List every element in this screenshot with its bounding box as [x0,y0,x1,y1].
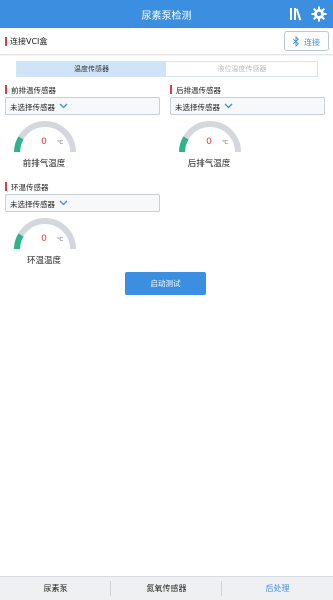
front-sensor-label: 前排温传感器 [11,86,56,95]
gauge-dial [14,121,76,153]
vci-connection-label: 连接VCI盒 [10,37,48,46]
main-content: 温度传感器 液位温度传感器 前排温传感器 未选择传感器 0 ℃ 前排气温度 后排… [0,56,333,576]
chevron-down-icon [59,103,68,109]
gauge-unit: ℃ [222,140,229,146]
page-title: 尿素泵检测 [141,11,192,22]
connect-button-label: 连接 [304,38,320,47]
gauge-value: 0 [206,137,212,147]
gauge-value: 0 [41,137,47,147]
gauge-name: 后排气温度 [187,159,231,169]
nav-urea-pump[interactable]: 尿素泵 [0,577,111,600]
front-sensor-select[interactable]: 未选择传感器 [5,97,160,115]
gauge-dial [14,218,76,250]
nav-aftertreatment[interactable]: 后处理 [222,577,333,600]
front-sensor-select-value: 未选择传感器 [10,103,55,112]
section-marker [5,182,7,191]
connect-button[interactable]: 连接 [284,31,329,51]
front-exhaust-temp-gauge: 0 ℃ 前排气温度 [9,114,79,176]
ambient-temp-gauge: 0 ℃ 环温温度 [9,211,79,273]
start-test-button[interactable]: 启动测试 [125,272,206,295]
rear-exhaust-temp-gauge: 0 ℃ 后排气温度 [174,114,244,176]
library-icon[interactable] [288,6,304,22]
gauge-dial [179,121,241,153]
gauge-unit: ℃ [57,140,64,146]
rear-sensor-label: 后排温传感器 [176,86,221,95]
nav-nox-sensor[interactable]: 氮氧传感器 [111,577,222,600]
section-marker [5,85,7,94]
section-marker [170,85,172,94]
gauge-name: 环温温度 [26,256,61,266]
app-header: 尿素泵检测 [0,0,333,28]
tab-temperature-sensor[interactable]: 温度传感器 [17,62,166,76]
gauge-unit: ℃ [57,237,64,243]
gear-icon[interactable] [311,6,327,22]
gauge-name: 前排气温度 [22,159,66,169]
vci-connection-row: 连接VCI盒 连接 [0,28,333,55]
chevron-down-icon [224,103,233,109]
tab-level-temperature-sensor[interactable]: 液位温度传感器 [167,62,317,76]
sensor-tabs: 温度传感器 液位温度传感器 [16,61,318,77]
rear-sensor-select-value: 未选择传感器 [175,103,220,112]
ambient-sensor-select[interactable]: 未选择传感器 [5,194,160,212]
bluetooth-icon [292,36,299,47]
ambient-sensor-label: 环温传感器 [11,183,49,192]
chevron-down-icon [59,200,68,206]
bottom-nav: 尿素泵 氮氧传感器 后处理 [0,576,333,600]
gauge-value: 0 [41,234,47,244]
ambient-sensor-select-value: 未选择传感器 [10,200,55,209]
rear-sensor-select[interactable]: 未选择传感器 [170,97,325,115]
section-marker [5,37,7,46]
